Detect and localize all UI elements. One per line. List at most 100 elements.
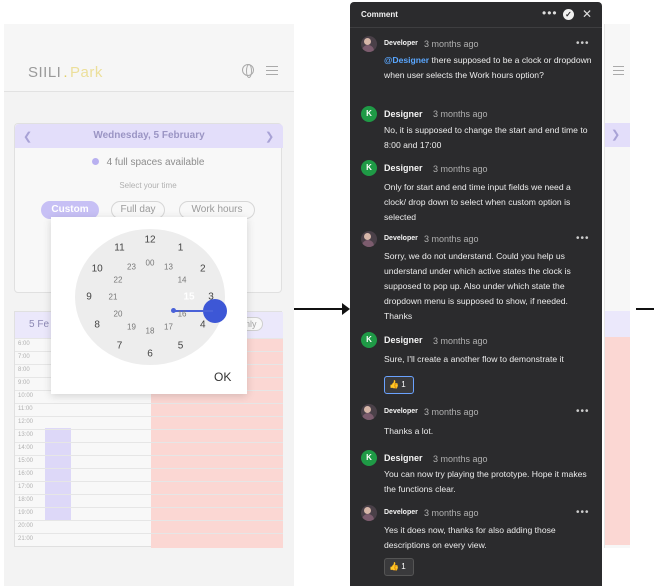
comment-author: Designer <box>384 109 423 119</box>
availability-dot-icon <box>91 158 99 165</box>
clock-hour[interactable]: 14 <box>178 275 187 284</box>
time-label: 18:00 <box>18 497 34 503</box>
time-row: 17:00 <box>15 481 283 494</box>
designer-avatar: K <box>361 332 377 348</box>
comment-text: @Designer there supposed to be a clock o… <box>384 55 592 80</box>
comment-more-icon[interactable]: ••• <box>576 233 590 244</box>
time-row: 20:00 <box>15 520 283 533</box>
developer-avatar <box>361 404 377 420</box>
clock-hour[interactable]: 00 <box>146 258 155 267</box>
time-label: 12:00 <box>18 419 34 425</box>
menu-icon[interactable] <box>613 66 624 75</box>
comment-author: Developer <box>384 509 418 516</box>
time-label: 9:00 <box>18 380 30 386</box>
time-row: 21:00 <box>15 533 283 546</box>
clock-hour[interactable]: 22 <box>114 275 123 284</box>
clock-hour[interactable]: 23 <box>127 263 136 272</box>
clock-hour[interactable]: 15 <box>183 292 194 303</box>
booked-block <box>605 337 630 545</box>
comment-time: 3 months ago <box>424 234 479 244</box>
clock-hour[interactable]: 3 <box>208 292 214 303</box>
designer-avatar: K <box>361 450 377 466</box>
reaction-count: 1 <box>401 380 406 389</box>
time-label: 16:00 <box>18 471 34 477</box>
comment-author: Designer <box>384 335 423 345</box>
comment-author: Developer <box>384 408 418 415</box>
clock-hour[interactable]: 12 <box>144 235 155 246</box>
close-icon[interactable]: ✕ <box>582 7 592 21</box>
clock-hour[interactable]: 10 <box>92 263 103 274</box>
clock-hour[interactable]: 13 <box>164 263 173 272</box>
comment-more-icon[interactable]: ••• <box>576 507 590 518</box>
time-label: 19:00 <box>18 510 34 516</box>
clock-hour[interactable]: 18 <box>146 327 155 336</box>
schedule-header <box>605 311 630 337</box>
date-selector: ❯ <box>605 123 630 147</box>
clock-hour[interactable]: 16 <box>178 310 187 319</box>
time-label: 8:00 <box>18 367 30 373</box>
designer-avatar: K <box>361 160 377 176</box>
clock-hour[interactable]: 4 <box>200 320 206 331</box>
time-label: 14:00 <box>18 445 34 451</box>
menu-icon[interactable] <box>266 66 278 75</box>
clock-hour[interactable]: 17 <box>164 322 173 331</box>
clock-center <box>171 308 176 313</box>
clock-hour[interactable]: 1 <box>178 242 184 253</box>
comment-author: Developer <box>384 40 418 47</box>
app-header: SIILI. Park <box>4 24 294 92</box>
comment-text: No, it is supposed to change the start a… <box>384 125 588 150</box>
time-label: 11:00 <box>18 406 33 412</box>
select-time-label: Select your time <box>119 181 177 190</box>
time-label: 7:00 <box>18 354 30 360</box>
clock-hour[interactable]: 7 <box>117 341 123 352</box>
chevron-right-icon[interactable]: ❯ <box>265 130 274 143</box>
right-app-screen: ❯ <box>604 24 630 548</box>
schedule-title: 5 Fe <box>29 319 50 330</box>
chevron-right-icon[interactable]: ❯ <box>611 128 620 141</box>
flow-arrow <box>294 308 346 310</box>
time-row: 16:00 <box>15 468 283 481</box>
clock-hour[interactable]: 2 <box>200 263 206 274</box>
clock-hour[interactable]: 6 <box>147 348 153 359</box>
comment-text: Thanks a lot. <box>384 426 434 436</box>
mention-link[interactable]: @Designer <box>384 55 429 65</box>
comment-text: You can now try playing the prototype. H… <box>384 469 587 494</box>
ok-button[interactable]: OK <box>214 370 231 384</box>
comment-text: Yes it does now, thanks for also adding … <box>384 525 556 550</box>
clock-hour[interactable]: 19 <box>127 322 136 331</box>
globe-icon[interactable] <box>242 64 254 78</box>
clock-hour[interactable]: 9 <box>86 292 92 303</box>
date-selector: ❮ Wednesday, 5 February ❯ <box>15 124 283 148</box>
time-picker-dialog: 12 1 2 3 4 5 6 7 8 9 10 11 00 13 14 15 16 17 18 19 20 21 22 23 … <box>51 217 247 394</box>
time-label: 13:00 <box>18 432 34 438</box>
clock-hour[interactable]: 11 <box>114 242 124 253</box>
time-row: 13:00 <box>15 429 283 442</box>
comment-author: Designer <box>384 163 423 173</box>
comment-panel-header: Comment ••• ✓ ✕ <box>350 2 602 28</box>
comment-more-icon[interactable]: ••• <box>576 38 590 49</box>
more-options-icon[interactable]: ••• <box>542 6 558 20</box>
time-label: 21:00 <box>18 536 34 542</box>
developer-avatar <box>361 505 377 521</box>
clock-hour[interactable]: 5 <box>178 341 184 352</box>
reaction-thumbs-up[interactable]: 👍 1 <box>384 376 414 394</box>
arrow-head-icon <box>342 303 350 315</box>
designer-avatar: K <box>361 106 377 122</box>
resolve-check-icon[interactable]: ✓ <box>563 9 574 20</box>
comment-text: Only for start and end time input fields… <box>384 182 571 222</box>
comment-panel: Comment ••• ✓ ✕ Developer 3 months ago •… <box>350 2 602 586</box>
clock-hour[interactable]: 20 <box>114 310 123 319</box>
comment-more-icon[interactable]: ••• <box>576 406 590 417</box>
clock-face[interactable]: 12 1 2 3 4 5 6 7 8 9 10 11 00 13 14 15 16 17 18 19 20 21 22 23 <box>75 229 227 365</box>
comment-time: 3 months ago <box>433 454 488 464</box>
comment-text: Sure, I'll create a another flow to demo… <box>384 354 564 364</box>
developer-avatar <box>361 36 377 52</box>
reaction-thumbs-up[interactable]: 👍 1 <box>384 558 414 576</box>
comment-time: 3 months ago <box>433 336 488 346</box>
clock-hour[interactable]: 21 <box>109 293 118 302</box>
comment-time: 3 months ago <box>424 39 479 49</box>
clock-hour[interactable]: 8 <box>94 320 100 331</box>
comment-time: 3 months ago <box>424 407 479 417</box>
comment-time: 3 months ago <box>433 109 488 119</box>
time-label: 6:00 <box>18 341 30 347</box>
